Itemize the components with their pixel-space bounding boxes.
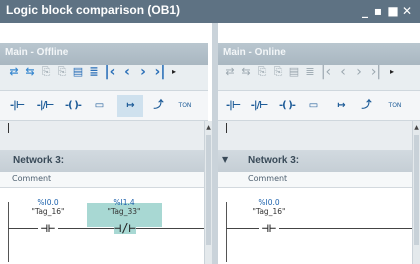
previous-difference-icon[interactable]: ‹: [338, 65, 348, 79]
collapse-triangle-icon[interactable]: ▼: [222, 155, 228, 164]
list-icon[interactable]: ≣: [88, 65, 100, 79]
no-contact-symbol: ⊣⊢: [259, 222, 279, 234]
open-branch-icon[interactable]: ↦: [333, 99, 349, 113]
no-contact-symbol: ⊣⊢: [38, 222, 58, 234]
box-icon[interactable]: ▭: [306, 99, 320, 113]
close-icon[interactable]: ✕: [401, 4, 413, 18]
left-panel-header: Main - Offline: [0, 43, 208, 65]
list-icon[interactable]: ≣: [304, 65, 316, 79]
contact-tag: "Tag_16": [252, 207, 286, 216]
contact-address: %I0.0: [258, 198, 280, 207]
contact-address: %I0.0: [37, 198, 59, 207]
left-toolbar-nav: ⇄ ⇆ ⎘ ⎘ ▤ ≣ |‹ ‹ › ›| ▸: [0, 65, 208, 91]
right-power-rail: [226, 202, 227, 262]
details-icon[interactable]: ▤: [288, 65, 300, 79]
left-ladder-network: %I0.0 "Tag_16" ⊣⊢ %I1.4 "Tag_33" ⊣/⊢: [0, 188, 204, 264]
coil-icon[interactable]: -( )-: [62, 99, 84, 113]
toolbar-overflow-icon[interactable]: ▸: [388, 65, 396, 79]
sync-icon[interactable]: ⇆: [24, 65, 36, 79]
contact-tag: "Tag_33": [107, 207, 141, 216]
no-contact-icon[interactable]: -|⊢: [224, 99, 242, 113]
left-vertical-scrollbar[interactable]: ▲: [204, 121, 212, 264]
details-icon[interactable]: ▤: [72, 65, 84, 79]
nc-contact-icon[interactable]: -|/⊢: [36, 99, 55, 113]
left-contact-2[interactable]: %I1.4 "Tag_33" ⊣/⊢: [94, 198, 154, 238]
previous-difference-icon[interactable]: ‹: [122, 65, 132, 79]
left-network-header[interactable]: Network 3:: [0, 150, 204, 172]
copy-right-icon[interactable]: ⎘: [272, 65, 284, 79]
right-network-label: Network 3:: [248, 155, 300, 166]
left-toolbar-ladder: -|⊢ -|/⊢ -( )- ▭ ↦ ⤴ TON: [0, 91, 208, 121]
scroll-up-icon[interactable]: ▲: [413, 123, 420, 133]
right-vertical-scrollbar[interactable]: ▲: [412, 121, 420, 264]
nc-contact-symbol: ⊣/⊢: [114, 221, 136, 235]
first-difference-icon[interactable]: |‹: [320, 65, 332, 79]
open-branch-icon[interactable]: ↦: [117, 95, 143, 117]
compare-icon[interactable]: ⇄: [8, 65, 20, 79]
left-power-rail: [8, 202, 9, 262]
nc-contact-icon[interactable]: -|/⊢: [250, 99, 269, 113]
close-branch-icon[interactable]: ⤴: [150, 99, 166, 113]
left-contact-1[interactable]: %I0.0 "Tag_16" ⊣⊢: [24, 198, 72, 238]
left-editor-area: Network 3: Comment %I0.0 "Tag_16" ⊣⊢ %I1…: [0, 121, 208, 264]
scroll-thumb[interactable]: [414, 135, 419, 245]
ton-timer-icon[interactable]: TON: [386, 99, 404, 113]
right-comment-text: Comment: [248, 174, 288, 183]
contact-tag: "Tag_16": [31, 207, 65, 216]
right-panel-title: Main - Online: [223, 47, 286, 58]
coil-icon[interactable]: -( )-: [276, 99, 298, 113]
compare-icon[interactable]: ⇄: [224, 65, 236, 79]
title-bar: Logic block comparison (OB1) _ ▪ ■ ✕: [0, 0, 420, 23]
next-difference-icon[interactable]: ›: [138, 65, 148, 79]
left-cursor: [8, 123, 9, 133]
copy-right-icon[interactable]: ⎘: [56, 65, 68, 79]
right-comment-row[interactable]: Comment: [218, 172, 416, 188]
maximize-icon[interactable]: ■: [387, 4, 399, 18]
left-panel-spacer: [0, 23, 208, 43]
next-difference-icon[interactable]: ›: [354, 65, 364, 79]
scroll-up-icon[interactable]: ▲: [205, 123, 212, 133]
last-difference-icon[interactable]: ›|: [370, 65, 382, 79]
close-branch-icon[interactable]: ⤴: [358, 99, 374, 113]
left-panel-title: Main - Offline: [5, 47, 69, 58]
right-network-header[interactable]: ▼ Network 3:: [218, 150, 416, 172]
last-difference-icon[interactable]: ›|: [154, 65, 166, 79]
right-panel-spacer: [218, 23, 420, 43]
left-network-label: Network 3:: [13, 155, 65, 166]
box-icon[interactable]: ▭: [92, 99, 106, 113]
ton-timer-icon[interactable]: TON: [176, 99, 194, 113]
right-contact-1[interactable]: %I0.0 "Tag_16" ⊣⊢: [245, 198, 293, 238]
left-comment-row[interactable]: Comment: [0, 172, 204, 188]
sync-icon[interactable]: ⇆: [240, 65, 252, 79]
right-panel-header: Main - Online: [218, 43, 420, 65]
right-editor-area: ▼ Network 3: Comment %I0.0 "Tag_16" ⊣⊢: [218, 121, 420, 264]
scroll-thumb[interactable]: [206, 135, 211, 245]
contact-address: %I1.4: [113, 198, 135, 207]
window-title: Logic block comparison (OB1): [6, 3, 181, 17]
right-ladder-network: %I0.0 "Tag_16" ⊣⊢: [218, 188, 416, 264]
copy-left-icon[interactable]: ⎘: [256, 65, 268, 79]
copy-left-icon[interactable]: ⎘: [40, 65, 52, 79]
minimize-icon[interactable]: _: [359, 4, 371, 18]
toolbar-overflow-icon[interactable]: ▸: [170, 65, 178, 79]
right-cursor: [226, 123, 227, 133]
left-comment-text: Comment: [12, 174, 52, 183]
right-toolbar-ladder: -|⊢ -|/⊢ -( )- ▭ ↦ ⤴ TON: [218, 91, 420, 121]
right-toolbar-nav: ⇄ ⇆ ⎘ ⎘ ▤ ≣ |‹ ‹ › ›| ▸: [218, 65, 420, 91]
no-contact-icon[interactable]: -|⊢: [8, 99, 26, 113]
first-difference-icon[interactable]: |‹: [104, 65, 116, 79]
restore-icon[interactable]: ▪: [372, 4, 384, 18]
